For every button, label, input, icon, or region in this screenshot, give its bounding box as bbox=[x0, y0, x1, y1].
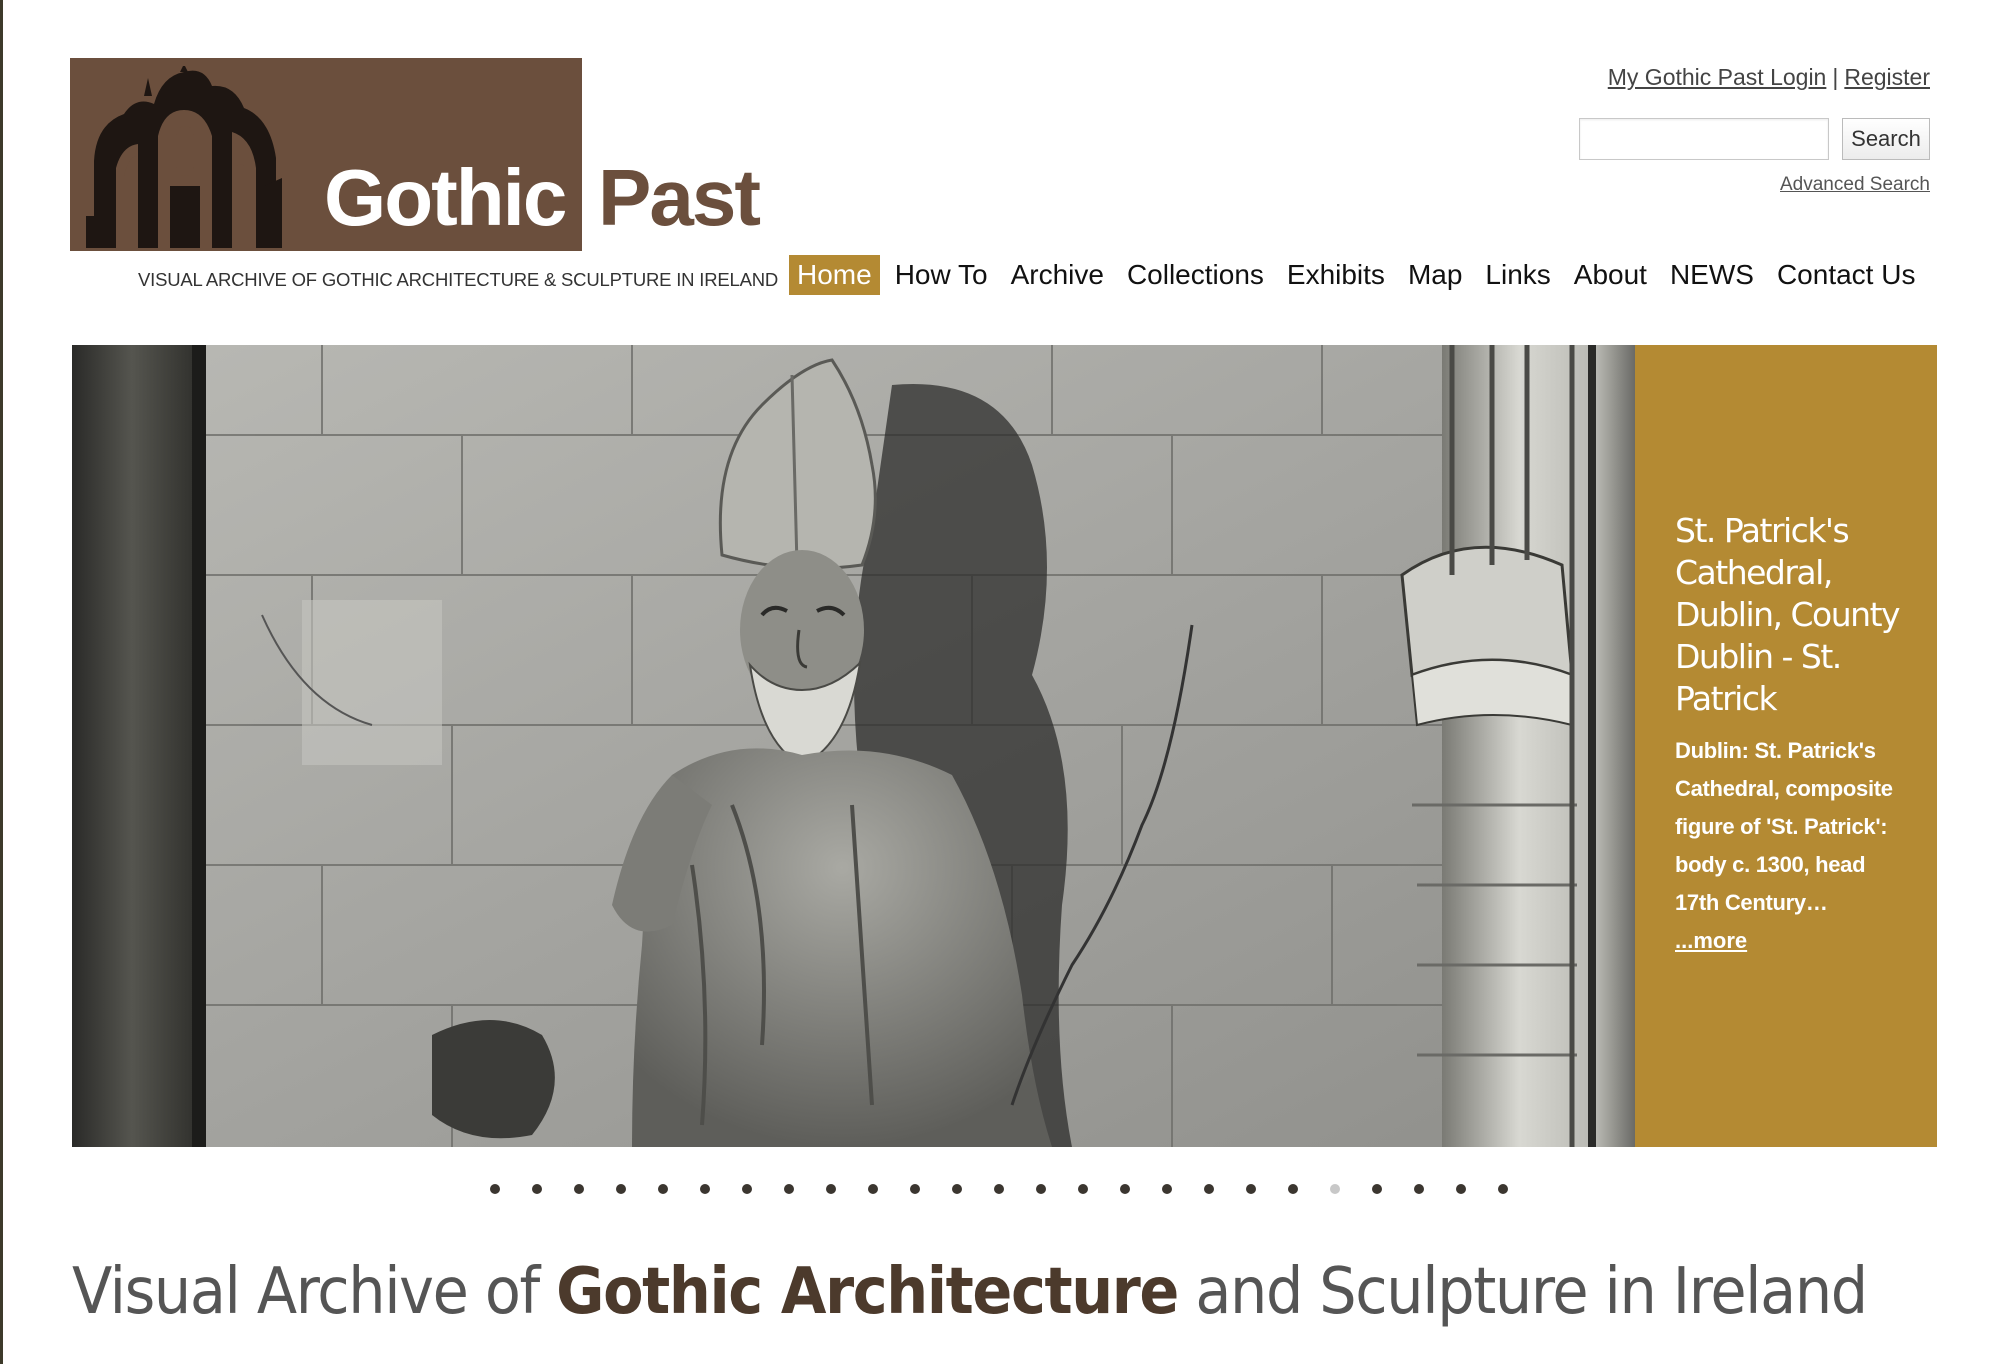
page-headline: Visual Archive of Gothic Architecture an… bbox=[72, 1252, 1868, 1332]
slide-dot[interactable] bbox=[1414, 1184, 1424, 1194]
caption-title[interactable]: St. Patrick's Cathedral, Dublin, County … bbox=[1675, 510, 1907, 720]
slide-dot[interactable] bbox=[1288, 1184, 1298, 1194]
hero-caption-panel: St. Patrick's Cathedral, Dublin, County … bbox=[1635, 345, 1937, 1147]
nav-item-home[interactable]: Home bbox=[789, 255, 880, 295]
nav-item-map[interactable]: Map bbox=[1400, 255, 1470, 295]
headline-part1: Visual Archive of bbox=[72, 1255, 557, 1329]
headline-part2: and Sculpture in Ireland bbox=[1177, 1255, 1868, 1329]
nav-item-archive[interactable]: Archive bbox=[1003, 255, 1112, 295]
slide-dot[interactable] bbox=[1372, 1184, 1382, 1194]
slide-dot[interactable] bbox=[658, 1184, 668, 1194]
nav-item-news[interactable]: NEWS bbox=[1662, 255, 1762, 295]
login-link[interactable]: My Gothic Past Login bbox=[1608, 64, 1827, 90]
nav-item-how-to[interactable]: How To bbox=[887, 255, 996, 295]
caption-description: Dublin: St. Patrick's Cathedral, composi… bbox=[1675, 738, 1893, 915]
logo-tagline: VISUAL ARCHIVE OF GOTHIC ARCHITECTURE & … bbox=[138, 269, 779, 290]
st-patrick-statue-photo bbox=[72, 345, 1635, 1147]
hero-image[interactable] bbox=[72, 345, 1635, 1147]
slide-dot[interactable] bbox=[1078, 1184, 1088, 1194]
slide-dot[interactable] bbox=[994, 1184, 1004, 1194]
headline-emphasis: Gothic Architecture bbox=[556, 1255, 1179, 1329]
nav-item-contact-us[interactable]: Contact Us bbox=[1769, 255, 1924, 295]
slide-dot[interactable] bbox=[910, 1184, 920, 1194]
nav-item-links[interactable]: Links bbox=[1477, 255, 1558, 295]
site-logo[interactable]: Gothic Past VISUAL ARCHIVE OF GOTHIC ARC… bbox=[70, 58, 778, 298]
logo-word-past: Past bbox=[598, 153, 761, 242]
register-link[interactable]: Register bbox=[1844, 64, 1930, 90]
slide-dot[interactable] bbox=[574, 1184, 584, 1194]
slide-dot[interactable] bbox=[616, 1184, 626, 1194]
slide-dot[interactable] bbox=[826, 1184, 836, 1194]
slide-dot[interactable] bbox=[1204, 1184, 1214, 1194]
caption-more-link[interactable]: ...more bbox=[1675, 922, 1747, 960]
slide-dot[interactable] bbox=[742, 1184, 752, 1194]
search-input[interactable] bbox=[1579, 118, 1829, 160]
slide-dot-active[interactable] bbox=[1330, 1184, 1340, 1194]
slide-dot[interactable] bbox=[700, 1184, 710, 1194]
search-button[interactable]: Search bbox=[1842, 118, 1930, 160]
nav-item-exhibits[interactable]: Exhibits bbox=[1279, 255, 1393, 295]
logo-background: Gothic bbox=[70, 58, 582, 251]
gothic-arch-icon bbox=[86, 66, 282, 248]
logo-word-gothic: Gothic bbox=[324, 153, 567, 242]
nav-item-about[interactable]: About bbox=[1566, 255, 1655, 295]
page-left-border bbox=[0, 0, 3, 1364]
hero-slideshow: St. Patrick's Cathedral, Dublin, County … bbox=[72, 345, 1937, 1147]
account-links: My Gothic Past Login | Register bbox=[1608, 64, 1930, 91]
slide-dot[interactable] bbox=[784, 1184, 794, 1194]
slide-dot[interactable] bbox=[1036, 1184, 1046, 1194]
slide-dot[interactable] bbox=[1246, 1184, 1256, 1194]
slide-dot[interactable] bbox=[868, 1184, 878, 1194]
slide-dot[interactable] bbox=[490, 1184, 500, 1194]
slide-dot[interactable] bbox=[532, 1184, 542, 1194]
slide-dot[interactable] bbox=[1120, 1184, 1130, 1194]
slide-dot[interactable] bbox=[1456, 1184, 1466, 1194]
advanced-search-link[interactable]: Advanced Search bbox=[1780, 174, 1930, 196]
slide-dot[interactable] bbox=[1498, 1184, 1508, 1194]
slide-pager bbox=[490, 1184, 1540, 1194]
main-nav: Home How To Archive Collections Exhibits… bbox=[789, 255, 1930, 295]
nav-item-collections[interactable]: Collections bbox=[1119, 255, 1272, 295]
slide-dot[interactable] bbox=[952, 1184, 962, 1194]
link-separator: | bbox=[1832, 64, 1839, 90]
slide-dot[interactable] bbox=[1162, 1184, 1172, 1194]
